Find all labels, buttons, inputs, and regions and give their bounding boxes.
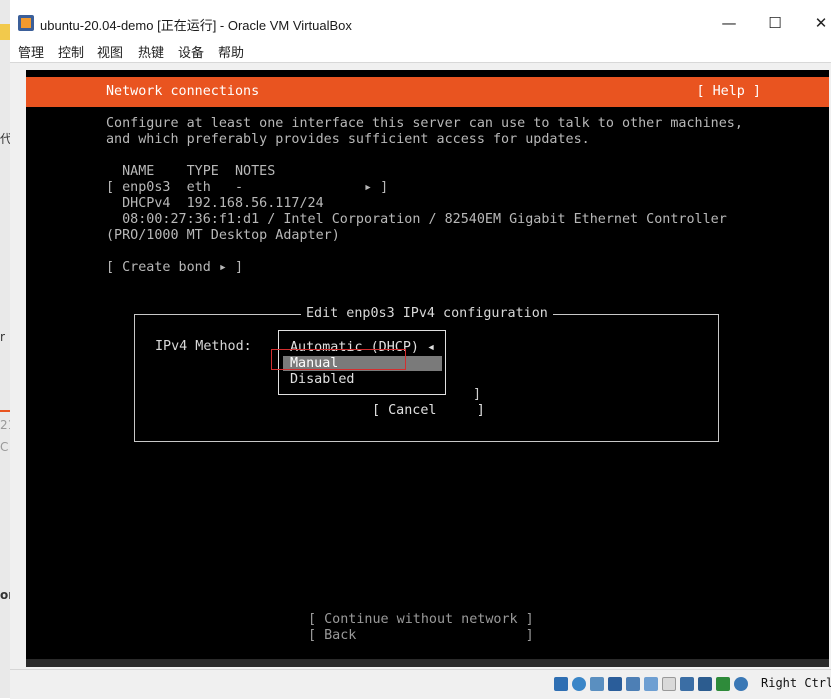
minimize-button[interactable]: —	[706, 10, 752, 36]
dialog-title: Edit enp0s3 IPv4 configuration	[301, 306, 553, 322]
interface-row-enp0s3[interactable]: [ enp0s3 eth - ▸ ]	[106, 180, 388, 196]
mouse-integration-icon[interactable]	[716, 677, 730, 691]
background-divider	[0, 410, 10, 412]
menu-control[interactable]: 控制	[58, 42, 84, 61]
installer-header: Network connections [ Help ]	[26, 77, 829, 107]
ipv4-method-label: IPv4 Method:	[155, 339, 252, 354]
menu-help[interactable]: 帮助	[218, 42, 244, 61]
continue-without-network-button[interactable]: [ Continue without network ]	[308, 612, 534, 628]
window-titlebar[interactable]: ubuntu-20.04-demo [正在运行] - Oracle VM Vir…	[10, 8, 831, 38]
interface-mac-info: 08:00:27:36:f1:d1 / Intel Corporation / …	[106, 212, 727, 227]
menu-devices[interactable]: 设备	[178, 42, 204, 61]
host-key-label: Right Ctrl	[761, 676, 831, 690]
interface-table-header: NAME TYPE NOTES	[106, 164, 276, 179]
background-text: r	[0, 330, 5, 344]
background-text: or	[0, 588, 10, 602]
page-title: Network connections	[106, 84, 260, 99]
menu-view[interactable]: 视图	[97, 42, 123, 61]
ipv4-method-dropdown[interactable]: Automatic (DHCP) ◂ Manual Disabled	[271, 330, 446, 395]
close-button[interactable]: ✕	[798, 10, 831, 36]
folder-icon	[0, 24, 10, 40]
menu-manage[interactable]: 管理	[18, 42, 44, 61]
recording-icon[interactable]	[680, 677, 694, 691]
create-bond-button[interactable]: [ Create bond ▸ ]	[106, 260, 243, 276]
cancel-button[interactable]: [ Cancel ]	[372, 403, 485, 419]
option-disabled[interactable]: Disabled	[290, 372, 355, 388]
intro-text: and which preferably provides sufficient…	[106, 132, 590, 147]
vm-status-bar: Right Ctrl	[10, 669, 831, 699]
menu-hotkeys[interactable]: 热键	[138, 42, 164, 61]
ipv4-config-dialog: Edit enp0s3 IPv4 configuration IPv4 Meth…	[134, 306, 719, 442]
shared-folder-icon[interactable]	[644, 677, 658, 691]
annotation-highlight-box	[271, 349, 406, 370]
cpu-icon[interactable]	[698, 677, 712, 691]
installer-footer	[26, 659, 829, 667]
interface-adapter-info: (PRO/1000 MT Desktop Adapter)	[106, 228, 340, 243]
menu-bar: 管理 控制 视图 热键 设备 帮助	[10, 38, 831, 62]
background-text: 代	[0, 132, 10, 146]
optical-icon[interactable]	[572, 677, 586, 691]
usb-icon[interactable]	[626, 677, 640, 691]
keyboard-icon[interactable]	[734, 677, 748, 691]
intro-text: Configure at least one interface this se…	[106, 116, 743, 131]
background-text: C	[0, 440, 9, 454]
help-button[interactable]: [ Help ]	[697, 84, 762, 99]
interface-dhcp-info: DHCPv4 192.168.56.117/24	[106, 196, 324, 211]
vm-console[interactable]: Network connections [ Help ] Configure a…	[26, 70, 829, 667]
virtualbox-icon	[18, 15, 34, 31]
hdd-icon[interactable]	[554, 677, 568, 691]
audio-icon[interactable]	[590, 677, 604, 691]
network-icon[interactable]	[608, 677, 622, 691]
maximize-button[interactable]: ☐	[752, 10, 798, 36]
window-title: ubuntu-20.04-demo [正在运行] - Oracle VM Vir…	[40, 18, 352, 33]
save-button-bracket[interactable]: ]	[473, 387, 481, 403]
background-window-strip: 代 r 21 C or	[0, 0, 10, 698]
background-text: 21	[0, 418, 10, 432]
display-icon[interactable]	[662, 677, 676, 691]
back-button[interactable]: [ Back ]	[308, 628, 534, 644]
